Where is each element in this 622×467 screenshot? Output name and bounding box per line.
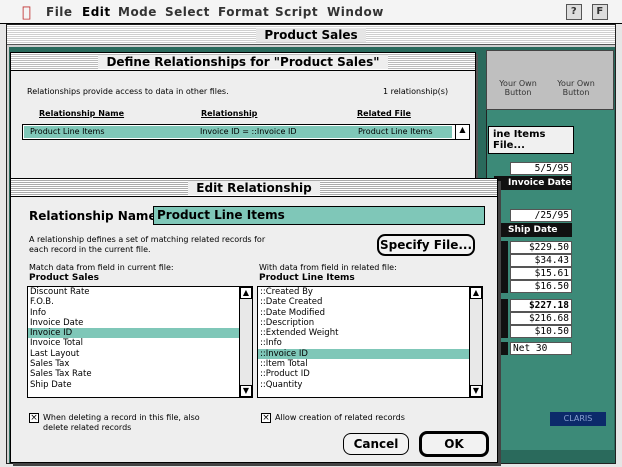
claris-logo: CLARIS <box>550 412 606 426</box>
window-title: Product Sales <box>256 28 366 42</box>
scroll-down-arrow-icon[interactable]: ▼ <box>470 385 482 397</box>
menu-bar:  File Edit Mode Select Format Script Wi… <box>0 0 622 24</box>
row-relationship: Invoice ID = ::Invoice ID <box>200 127 297 136</box>
your-own-button-1[interactable]: Your Own Button <box>493 79 543 97</box>
field-item[interactable]: ::Date Created <box>258 297 482 307</box>
field-item[interactable]: ::Date Modified <box>258 308 482 318</box>
right-list-caption: With data from field in related file: <box>259 263 397 272</box>
define-relationships-dialog: Define Relationships for "Product Sales"… <box>10 52 476 192</box>
your-own-button-2[interactable]: Your Own Button <box>551 79 601 97</box>
scroll-up-arrow-icon[interactable]: ▲ <box>470 287 482 299</box>
scrollbar[interactable]: ▲ ▼ <box>469 287 482 397</box>
delete-related-checkbox[interactable]: × <box>29 413 39 423</box>
line-items-file-button[interactable]: ine Items File... <box>488 126 574 154</box>
menu-edit[interactable]: Edit <box>82 5 111 19</box>
ok-button[interactable]: OK <box>419 431 489 457</box>
field-item[interactable]: Invoice ID <box>28 328 252 339</box>
related-file-field-list[interactable]: ▲ ▼::Created By::Date Created::Date Modif… <box>257 286 483 398</box>
dialog-title: Define Relationships for "Product Sales" <box>98 55 388 69</box>
left-list-title: Product Sales <box>29 273 99 283</box>
field-item[interactable]: F.O.B. <box>28 297 252 307</box>
apple-menu-icon[interactable]:  <box>22 3 32 21</box>
amount-field[interactable]: $216.68 <box>510 312 572 325</box>
specify-file-button[interactable]: Specify File... <box>377 234 475 256</box>
field-item[interactable]: ::Quantity <box>258 380 482 390</box>
field-item[interactable]: Ship Date <box>28 380 252 390</box>
row-file: Product Line Items <box>358 127 433 136</box>
field-item[interactable]: ::Extended Weight <box>258 328 482 338</box>
menu-format[interactable]: Format <box>218 5 269 19</box>
total-field[interactable]: $227.18 <box>510 299 572 312</box>
scroll-up-arrow-icon[interactable]: ▲ <box>240 287 252 299</box>
relationship-description-1: A relationship defines a set of matching… <box>29 235 266 244</box>
cancel-button[interactable]: Cancel <box>343 433 409 455</box>
field-item[interactable]: ::Created By <box>258 287 482 297</box>
relationship-row[interactable]: Product Line Items Invoice ID = ::Invoic… <box>24 126 452 138</box>
field-item[interactable]: Last Layout <box>28 349 252 359</box>
menu-mode[interactable]: Mode <box>118 5 157 19</box>
menu-script[interactable]: Script <box>275 5 318 19</box>
ship-date-label: Ship Date <box>494 223 572 237</box>
dialog-title: Edit Relationship <box>188 181 320 195</box>
row-name: Product Line Items <box>30 127 105 136</box>
field-item[interactable]: Sales Tax <box>28 359 252 369</box>
field-item[interactable]: ::Item Total <box>258 359 482 369</box>
field-item[interactable]: Invoice Date <box>28 318 252 328</box>
amount-field[interactable]: $10.50 <box>510 325 572 338</box>
col-related-file: Related File <box>357 109 411 118</box>
relationship-name-field[interactable]: Product Line Items <box>153 206 485 225</box>
delete-related-label-1: When deleting a record in this file, als… <box>43 413 200 422</box>
help-icon[interactable]: ? <box>566 4 582 20</box>
menu-file[interactable]: File <box>46 5 73 19</box>
scroll-down-arrow-icon[interactable]: ▼ <box>240 385 252 397</box>
date-field-2[interactable]: /25/95 <box>510 209 572 222</box>
field-item[interactable]: Invoice Total <box>28 338 252 348</box>
invoice-date-label: Invoice Date <box>494 176 572 190</box>
relationships-list[interactable]: Product Line Items Invoice ID = ::Invoic… <box>22 124 470 140</box>
col-relationship-name: Relationship Name <box>39 109 125 118</box>
terms-field[interactable]: Net 30 <box>510 342 572 355</box>
amount-field[interactable]: $229.50 <box>510 241 572 254</box>
button-panel: Your Own Button Your Own Button <box>486 50 614 110</box>
finder-icon[interactable]: F <box>592 4 608 20</box>
scroll-up-arrow-icon[interactable]: ▲ <box>455 125 469 139</box>
col-relationship: Relationship <box>201 109 258 118</box>
edit-relationship-dialog: Edit Relationship Relationship Name Prod… <box>10 178 498 463</box>
right-list-title: Product Line Items <box>259 273 355 283</box>
date-field-1[interactable]: 5/5/95 <box>510 162 572 175</box>
relationship-description-2: each record in the current file. <box>29 245 151 254</box>
define-description: Relationships provide access to data in … <box>27 87 229 96</box>
field-item[interactable]: ::Description <box>258 318 482 328</box>
menu-window[interactable]: Window <box>327 5 384 19</box>
field-item[interactable]: Info <box>28 308 252 318</box>
menu-select[interactable]: Select <box>165 5 210 19</box>
field-item[interactable]: Discount Rate <box>28 287 252 297</box>
current-file-field-list[interactable]: ▲ ▼ Discount Rate F.O.B. Info Invoice Date Inv… <box>27 286 253 398</box>
delete-related-label-2: delete related records <box>43 423 132 432</box>
field-item[interactable]: Sales Tax Rate <box>28 369 252 379</box>
allow-creation-checkbox[interactable]: × <box>261 413 271 423</box>
left-list-caption: Match data from field in current file: <box>29 263 174 272</box>
amount-field[interactable]: $34.43 <box>510 254 572 267</box>
allow-creation-label: Allow creation of related records <box>275 413 405 422</box>
field-item[interactable]: ::Product ID <box>258 369 482 379</box>
relationship-count: 1 relationship(s) <box>383 87 449 96</box>
window-title-bar[interactable]: Product Sales <box>7 25 615 45</box>
amount-field[interactable]: $16.50 <box>510 280 572 293</box>
dialog-title-bar[interactable]: Define Relationships for "Product Sales" <box>11 53 475 71</box>
field-item[interactable]: ::Info <box>258 338 482 348</box>
scrollbar[interactable]: ▲ ▼ <box>239 287 252 397</box>
relationship-name-label: Relationship Name <box>29 209 157 223</box>
amount-field[interactable]: $15.61 <box>510 267 572 280</box>
dialog-title-bar[interactable]: Edit Relationship <box>11 179 497 197</box>
field-item[interactable]: ::Invoice ID <box>258 348 482 360</box>
